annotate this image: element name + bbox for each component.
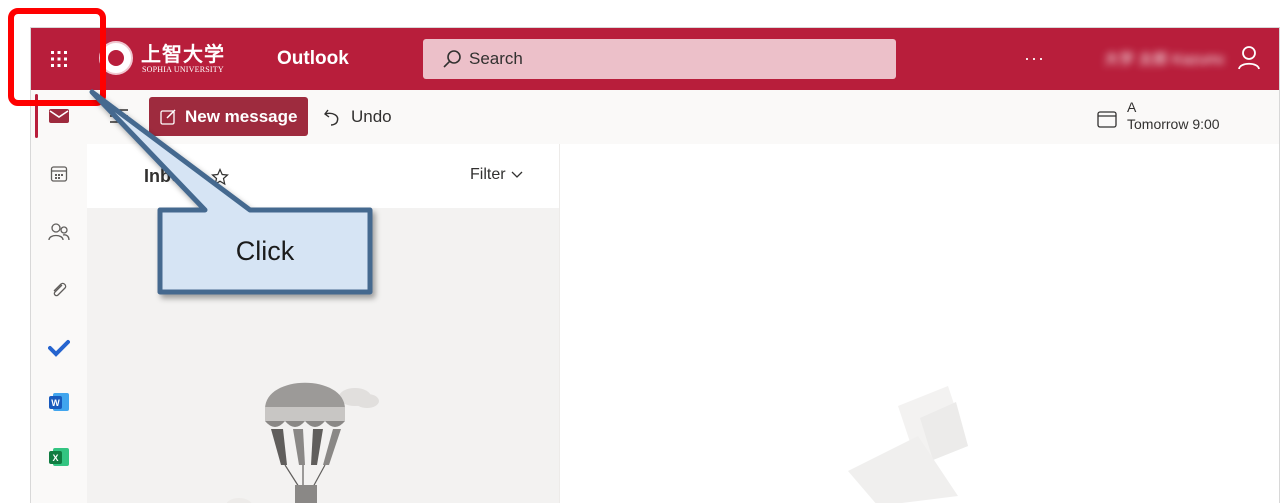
callout-text: Click [235,235,295,266]
